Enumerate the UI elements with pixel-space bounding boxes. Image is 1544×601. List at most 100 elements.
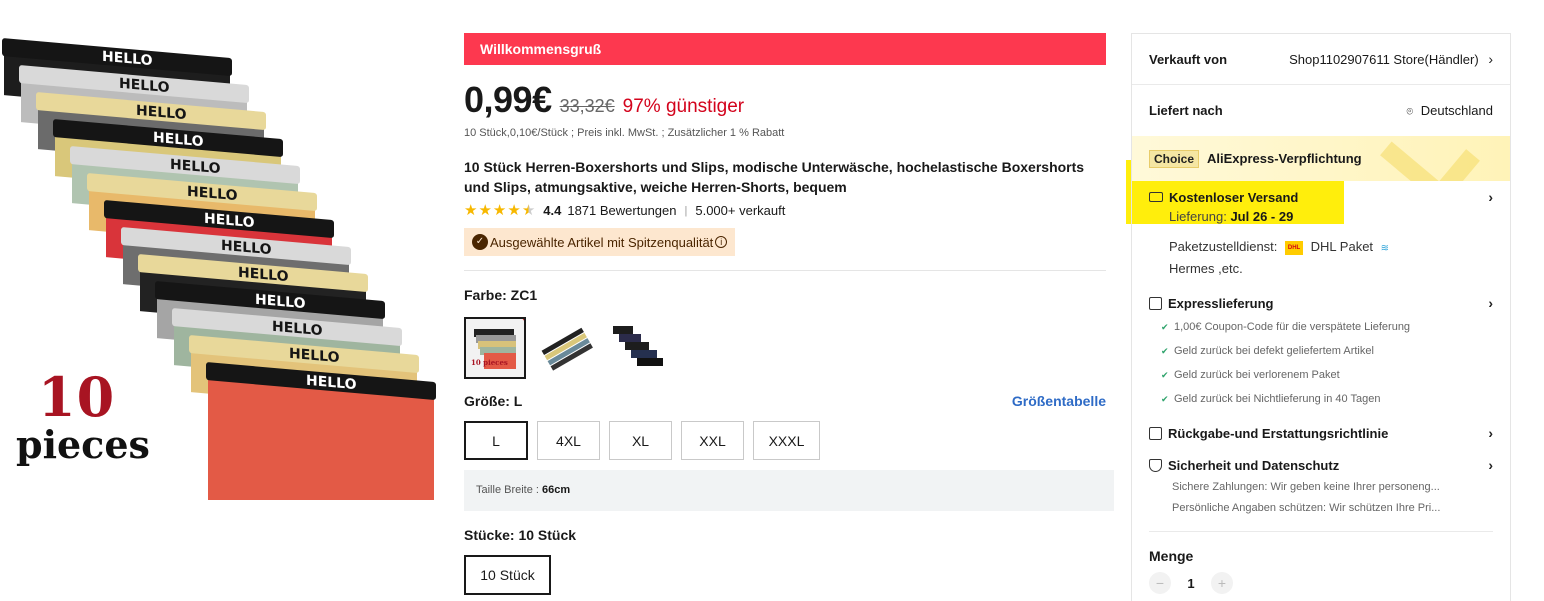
express-section[interactable]: Expresslieferung › 1,00€ Coupon-Code für…: [1132, 291, 1510, 411]
color-label: Farbe: ZC1: [464, 287, 538, 303]
welcome-banner: Willkommensgruß: [464, 33, 1106, 65]
location-pin-icon: ⌾: [1406, 105, 1414, 118]
express-title: Expresslieferung: [1168, 295, 1274, 311]
seller-row[interactable]: Verkauft von Shop1102907611 Store(Händle…: [1132, 34, 1510, 85]
carrier-info: Paketzustelldienst: DHL DHL Paket ≋ Herm…: [1149, 237, 1493, 279]
divider: [464, 270, 1106, 271]
pieces-word: pieces: [16, 422, 150, 467]
delivery-dates: Jul 26 - 29: [1230, 209, 1294, 224]
size-option-xxl[interactable]: XXL: [681, 421, 744, 460]
quantity-label: Menge: [1149, 548, 1194, 564]
color-swatch-zc1[interactable]: 10 pieces ♦: [464, 317, 526, 379]
choice-title: AliExpress-Verpflichtung: [1207, 151, 1362, 166]
choice-bar[interactable]: Choice AliExpress-Verpflichtung: [1132, 136, 1510, 181]
chevron-right-icon: ›: [1488, 457, 1493, 473]
color-swatch-2[interactable]: [536, 317, 598, 379]
size-chart-link[interactable]: Größentabelle: [1012, 393, 1106, 409]
chevron-right-icon: ›: [1488, 189, 1493, 205]
truck-icon: [1149, 192, 1163, 202]
product-info: Willkommensgruß 0,99€ 33,32€ 97% günstig…: [464, 33, 1114, 595]
swatch-pieces-text: 10 pieces: [471, 358, 508, 367]
chevron-right-icon: ›: [1488, 51, 1493, 67]
original-price: 33,32€: [559, 96, 615, 116]
quantity-value[interactable]: 1: [1171, 576, 1211, 591]
size-info-value: 66cm: [542, 484, 571, 496]
check-badge-icon: ✓: [472, 234, 488, 250]
price-row: 0,99€ 33,32€ 97% günstiger: [464, 79, 1114, 121]
express-item: 1,00€ Coupon-Code für die verspätete Lie…: [1149, 315, 1493, 339]
sold-count: 5.000+ verkauft: [695, 203, 786, 218]
swatch-thumb: [613, 326, 663, 366]
review-count[interactable]: 1871 Bewertungen: [567, 203, 676, 218]
security-row[interactable]: Sicherheit und Datenschutz ›: [1149, 453, 1493, 477]
half-star-icon: ★: [521, 202, 536, 219]
return-box-icon: [1149, 426, 1162, 440]
size-option-4xl[interactable]: 4XL: [537, 421, 600, 460]
ship-to-label: Liefert nach: [1149, 103, 1223, 118]
swatch-thumb: 10 pieces: [471, 329, 516, 369]
security-item: Sichere Zahlungen: Wir geben keine Ihrer…: [1172, 481, 1440, 493]
package-icon: [1149, 296, 1162, 310]
express-row[interactable]: Expresslieferung ›: [1149, 291, 1493, 315]
divider: [1149, 531, 1493, 532]
size-option-l[interactable]: L: [464, 421, 528, 460]
size-label: Größe: L: [464, 393, 523, 409]
quantity-stepper: − 1 +: [1132, 572, 1510, 594]
info-icon[interactable]: i: [715, 236, 728, 248]
size-info: Taille Breite : 66cm: [464, 470, 1114, 511]
carrier-more: Hermes ,etc.: [1169, 261, 1243, 276]
return-policy-section[interactable]: Rückgabe-und Erstattungsrichtlinie ›: [1132, 421, 1510, 445]
security-title: Sicherheit und Datenschutz: [1168, 457, 1340, 473]
delivery-estimate: Lieferung: Jul 26 - 29: [1149, 209, 1493, 229]
star-icon: ★: [464, 202, 478, 219]
hot-icon: ♦: [522, 319, 524, 325]
quantity-plus-button[interactable]: +: [1211, 572, 1233, 594]
return-policy-row[interactable]: Rückgabe-und Erstattungsrichtlinie ›: [1149, 421, 1493, 445]
seller-name: Shop1102907611 Store(Händler): [1289, 52, 1479, 67]
shield-icon: [1149, 458, 1162, 472]
rating-score: 4.4: [543, 203, 562, 218]
ship-to-row[interactable]: Liefert nach ⌾ Deutschland: [1132, 85, 1510, 136]
color-swatches: 10 pieces ♦: [464, 317, 1114, 379]
pieces-number: 10: [38, 365, 116, 429]
purchase-panel: Verkauft von Shop1102907611 Store(Händle…: [1131, 33, 1511, 601]
star-icon: ★: [478, 202, 492, 219]
size-options: L 4XL XL XXL XXXL: [464, 421, 1114, 460]
color-swatch-3[interactable]: [608, 317, 670, 379]
discount-label: 97% günstiger: [622, 96, 745, 117]
security-section[interactable]: Sicherheit und Datenschutz › Sichere Zah…: [1132, 453, 1510, 519]
check-decoration-icon: [1380, 136, 1480, 181]
size-option-xxxl[interactable]: XXXL: [753, 421, 820, 460]
product-image[interactable]: HELLO HELLO HELLO HELLO HELLO HELLO HELLO HELLO…: [0, 30, 450, 529]
delivery-label: Lieferung:: [1169, 209, 1227, 224]
carrier-name: DHL Paket: [1310, 239, 1374, 254]
quality-badge-label: Ausgewählte Artikel mit Spitzenqualität: [490, 234, 714, 250]
size-option-xl[interactable]: XL: [609, 421, 672, 460]
shipping-block[interactable]: Kostenloser Versand › Lieferung: Jul 26 …: [1132, 185, 1510, 279]
carrier-label: Paketzustelldienst:: [1169, 239, 1278, 254]
ship-to-selector[interactable]: ⌾ Deutschland: [1406, 103, 1493, 119]
seller-link[interactable]: Shop1102907611 Store(Händler) ›: [1289, 51, 1493, 67]
express-item: Geld zurück bei verlorenem Paket: [1149, 363, 1493, 387]
hermes-logo-icon: ≋: [1380, 243, 1390, 254]
product-title: 10 Stück Herren-Boxershorts und Slips, m…: [464, 159, 1085, 195]
pieces-label: Stücke: 10 Stück: [464, 527, 577, 543]
pieces-overlay: 10 pieces: [16, 370, 150, 464]
size-info-label: Taille Breite :: [476, 484, 539, 496]
swatch-thumb: [541, 327, 593, 371]
quality-badge[interactable]: ✓ Ausgewählte Artikel mit Spitzenqualitä…: [464, 228, 736, 256]
star-icon: ★: [507, 202, 521, 219]
dhl-logo-icon: DHL: [1285, 240, 1304, 255]
choice-tag: Choice: [1149, 149, 1200, 168]
seller-label: Verkauft von: [1149, 51, 1228, 67]
pieces-option[interactable]: 10 Stück: [464, 555, 551, 595]
quantity-minus-button[interactable]: −: [1149, 572, 1171, 594]
free-shipping-row[interactable]: Kostenloser Versand ›: [1149, 185, 1493, 209]
chevron-right-icon: ›: [1488, 425, 1493, 441]
size-header: Größe: L Größentabelle: [464, 393, 1106, 409]
free-shipping-label: Kostenloser Versand: [1169, 189, 1299, 205]
rating-stars[interactable]: ★ ★ ★ ★ ★: [464, 203, 535, 218]
boxershort-13: HELLO: [206, 362, 436, 529]
price-note: 10 Stück,0,10€/Stück ; Preis inkl. MwSt.…: [464, 127, 785, 139]
current-price: 0,99€: [464, 79, 552, 120]
